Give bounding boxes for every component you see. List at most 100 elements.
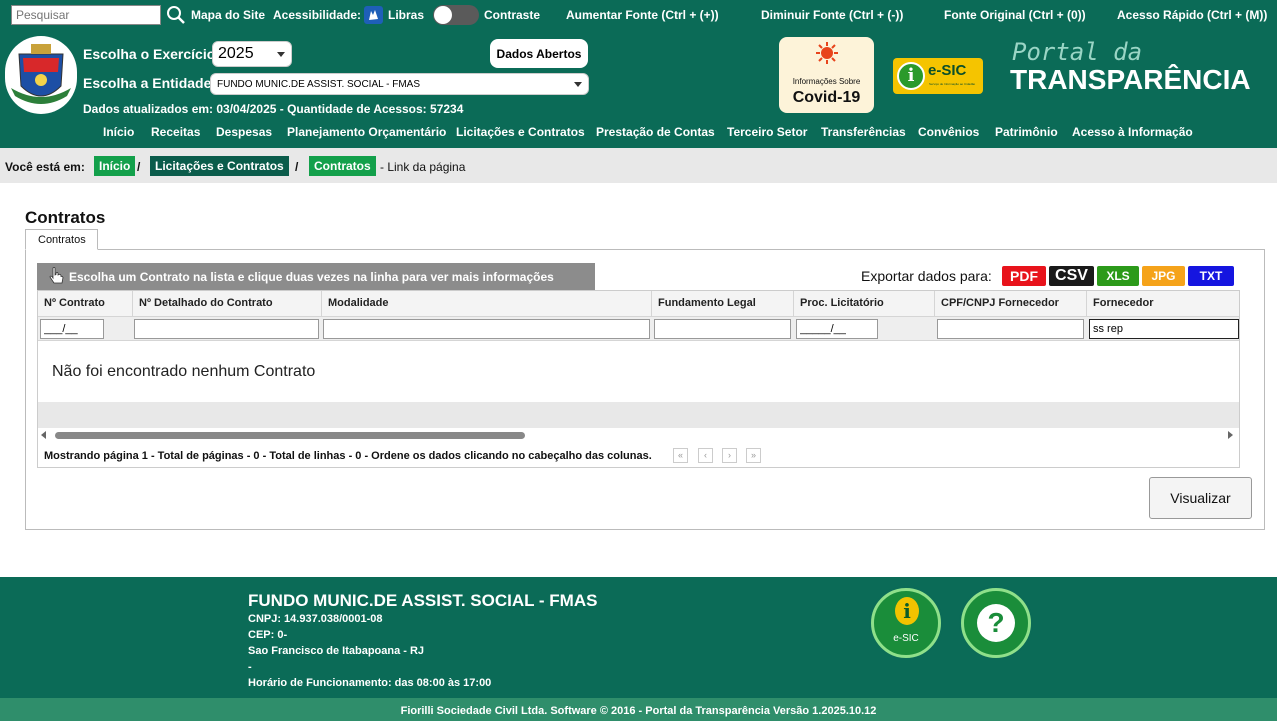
esic-text: e-SIC bbox=[928, 62, 967, 79]
covid-banner[interactable]: Informações Sobre Covid-19 bbox=[779, 37, 874, 113]
column-header-cpf-cnpj[interactable]: CPF/CNPJ Fornecedor bbox=[935, 291, 1087, 316]
header: Escolha o Exercício: 2025 Escolha a Enti… bbox=[0, 30, 1277, 148]
original-font-link[interactable]: Fonte Original (Ctrl + (0)) bbox=[944, 8, 1086, 22]
entity-value: FUNDO MUNIC.DE ASSIST. SOCIAL - FMAS bbox=[217, 79, 420, 90]
esic-logo[interactable]: i e-SIC Serviço de Informação ao Cidadão bbox=[893, 58, 983, 94]
empty-message: Não foi encontrado nenhum Contrato bbox=[52, 363, 316, 380]
chevron-down-icon bbox=[277, 52, 285, 57]
filter-proc-licitatorio-input[interactable] bbox=[796, 319, 878, 339]
grid-footer-band bbox=[38, 402, 1239, 428]
contrast-toggle[interactable] bbox=[433, 5, 479, 25]
column-header-numero-detalhado[interactable]: Nº Detalhado do Contrato bbox=[133, 291, 322, 316]
footer-esic-label: e-SIC bbox=[893, 633, 919, 644]
scroll-left-icon[interactable] bbox=[41, 431, 46, 439]
search-icon[interactable] bbox=[166, 5, 186, 25]
top-bar: Mapa do Site Acessibilidade: Libras Cont… bbox=[0, 0, 1277, 30]
column-header-fornecedor[interactable]: Fornecedor bbox=[1087, 291, 1239, 316]
export-xls-button[interactable]: XLS bbox=[1097, 266, 1139, 286]
footer-cep: CEP: 0- bbox=[248, 629, 288, 641]
libras-link[interactable]: Libras bbox=[388, 8, 424, 22]
nav-item-planejamento[interactable]: Planejamento Orçamentário bbox=[287, 125, 446, 139]
column-header-proc-licitatorio[interactable]: Proc. Licitatório bbox=[794, 291, 935, 316]
nav-item-receitas[interactable]: Receitas bbox=[151, 125, 200, 139]
scroll-right-icon[interactable] bbox=[1228, 431, 1233, 439]
column-header-numero[interactable]: Nº Contrato bbox=[38, 291, 133, 316]
filter-modalidade-input[interactable] bbox=[323, 319, 650, 339]
first-page-button[interactable]: « bbox=[673, 448, 688, 463]
breadcrumb-separator: / bbox=[137, 160, 141, 174]
nav-item-transferencias[interactable]: Transferências bbox=[821, 125, 906, 139]
view-button[interactable]: Visualizar bbox=[1149, 477, 1252, 519]
decrease-font-link[interactable]: Diminuir Fonte (Ctrl + (-)) bbox=[761, 8, 903, 22]
nav-item-licitacoes[interactable]: Licitações e Contratos bbox=[456, 125, 585, 139]
search-input[interactable] bbox=[11, 5, 161, 25]
copyright-bar: Fiorilli Sociedade Civil Ltda. Software … bbox=[0, 698, 1277, 721]
nav-item-despesas[interactable]: Despesas bbox=[216, 125, 272, 139]
previous-page-button[interactable]: ‹ bbox=[698, 448, 713, 463]
nav-item-prestacao[interactable]: Prestação de Contas bbox=[596, 125, 715, 139]
column-header-fundamento[interactable]: Fundamento Legal bbox=[652, 291, 794, 316]
breadcrumb-item-inicio[interactable]: Início bbox=[94, 156, 136, 176]
breadcrumb-suffix: - Link da página bbox=[380, 160, 466, 174]
export-pdf-button[interactable]: PDF bbox=[1002, 266, 1046, 286]
column-header-modalidade[interactable]: Modalidade bbox=[322, 291, 652, 316]
info-icon: i bbox=[897, 62, 925, 90]
update-info: Dados atualizados em: 03/04/2025 - Quant… bbox=[83, 102, 464, 116]
footer-cnpj: CNPJ: 14.937.038/0001-08 bbox=[248, 613, 383, 625]
footer-city: Sao Francisco de Itabapoana - RJ bbox=[248, 645, 425, 657]
nav-item-inicio[interactable]: Início bbox=[103, 125, 134, 139]
info-icon: i bbox=[895, 597, 919, 625]
municipal-crest-logo[interactable] bbox=[5, 36, 77, 114]
filter-numero-input[interactable] bbox=[40, 319, 104, 339]
nav-item-convenios[interactable]: Convênios bbox=[918, 125, 979, 139]
last-page-button[interactable]: » bbox=[746, 448, 761, 463]
nav-item-patrimonio[interactable]: Patrimônio bbox=[995, 125, 1058, 139]
covid-small-text: Informações Sobre bbox=[792, 77, 861, 86]
covid-title: Covid-19 bbox=[792, 89, 861, 106]
portal-title-line1: Portal da bbox=[1012, 38, 1143, 66]
esic-subtext: Serviço de Informação ao Cidadão bbox=[929, 82, 976, 86]
entity-select[interactable]: FUNDO MUNIC.DE ASSIST. SOCIAL - FMAS bbox=[210, 73, 589, 95]
sitemap-link[interactable]: Mapa do Site bbox=[191, 8, 265, 22]
page-title: Contratos bbox=[25, 208, 106, 227]
scrollbar-thumb[interactable] bbox=[55, 432, 525, 439]
export-txt-button[interactable]: TXT bbox=[1188, 266, 1234, 286]
tab-contratos[interactable]: Contratos bbox=[25, 229, 98, 250]
contrast-label: Contraste bbox=[484, 8, 541, 22]
next-page-button[interactable]: › bbox=[722, 448, 737, 463]
increase-font-link[interactable]: Aumentar Fonte (Ctrl + (+)) bbox=[566, 8, 719, 22]
filter-numero-detalhado-input[interactable] bbox=[134, 319, 319, 339]
breadcrumb-item-licitacoes[interactable]: Licitações e Contratos bbox=[150, 156, 289, 176]
filter-cpf-cnpj-input[interactable] bbox=[937, 319, 1084, 339]
filter-fornecedor-input[interactable] bbox=[1089, 319, 1239, 339]
pointer-hand-icon bbox=[47, 266, 65, 286]
filter-row bbox=[38, 316, 1239, 341]
breadcrumb-prefix: Você está em: bbox=[5, 160, 85, 174]
horizontal-scrollbar[interactable] bbox=[38, 428, 1239, 444]
nav-item-acesso-informacao[interactable]: Acesso à Informação bbox=[1072, 125, 1193, 139]
libras-icon[interactable] bbox=[364, 6, 383, 24]
instruction-text: Escolha um Contrato na lista e clique du… bbox=[69, 270, 554, 284]
footer-entity-name: FUNDO MUNIC.DE ASSIST. SOCIAL - FMAS bbox=[248, 591, 598, 610]
footer-hours: Horário de Funcionamento: das 08:00 às 1… bbox=[248, 677, 492, 689]
breadcrumb-item-contratos[interactable]: Contratos bbox=[309, 156, 376, 176]
exercise-select[interactable]: 2025 bbox=[212, 41, 292, 67]
exercise-label: Escolha o Exercício: bbox=[83, 46, 220, 62]
footer-esic-button[interactable]: i e-SIC bbox=[871, 588, 941, 658]
exercise-value: 2025 bbox=[218, 45, 254, 62]
export-jpg-button[interactable]: JPG bbox=[1142, 266, 1185, 286]
virus-icon bbox=[816, 42, 838, 64]
footer-help-button[interactable]: ? bbox=[961, 588, 1031, 658]
chevron-down-icon bbox=[574, 82, 582, 87]
portal-title-line2: TRANSPARÊNCIA bbox=[1010, 64, 1251, 95]
nav-item-terceiro-setor[interactable]: Terceiro Setor bbox=[727, 125, 807, 139]
export-csv-button[interactable]: CSV bbox=[1049, 266, 1094, 286]
breadcrumb: Você está em: Início / Licitações e Cont… bbox=[0, 148, 1277, 183]
quick-access-link[interactable]: Acesso Rápido (Ctrl + (M)) bbox=[1117, 8, 1267, 22]
filter-fundamento-input[interactable] bbox=[654, 319, 791, 339]
help-icon: ? bbox=[977, 604, 1015, 642]
breadcrumb-separator: / bbox=[295, 160, 299, 174]
accessibility-label: Acessibilidade: bbox=[273, 8, 362, 22]
pager-info: Mostrando página 1 - Total de páginas - … bbox=[44, 450, 652, 462]
open-data-button[interactable]: Dados Abertos bbox=[490, 39, 588, 68]
